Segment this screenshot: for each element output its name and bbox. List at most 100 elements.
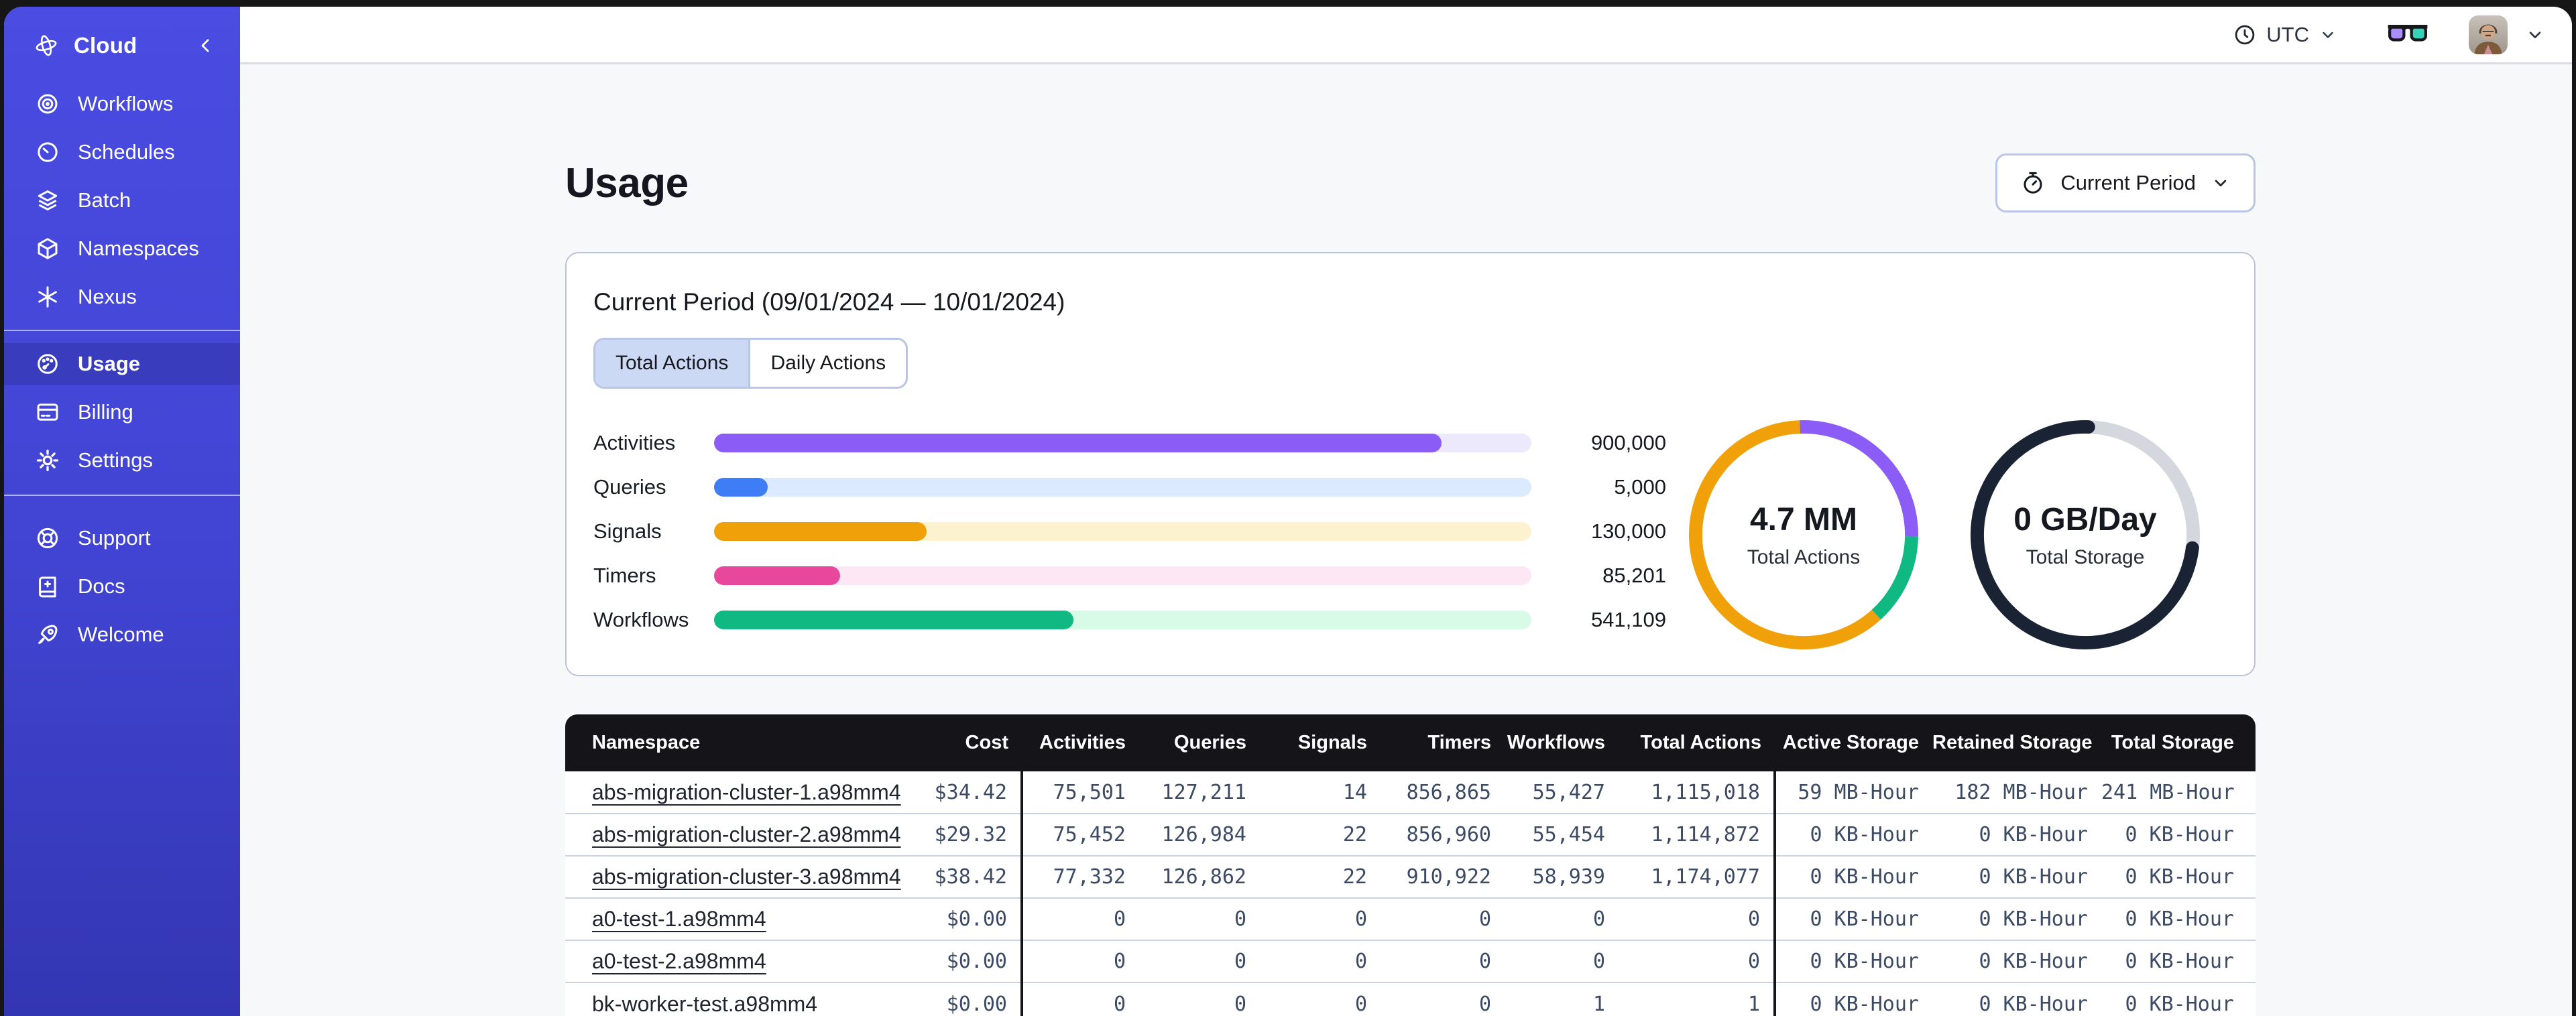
table-cell: 0 [1020,982,1139,1016]
table-cell: 0 [1020,897,1139,940]
sidebar-item-billing[interactable]: Billing [4,391,240,433]
table-cell: 0 KB-Hour [2101,897,2256,940]
table-cell: 1,174,077 [1619,855,1775,898]
timezone-label: UTC [2266,22,2309,46]
table-cell: 0 KB-Hour [2101,855,2256,898]
table-cell: 75,452 [1020,813,1139,856]
namespace-link[interactable]: a0-test-2.a98mm4 [592,949,766,973]
sidebar-brand[interactable]: Cloud [34,24,216,67]
bar-track [714,611,1531,629]
table-cell: 0 KB-Hour [1932,813,2101,856]
table-row: abs-migration-cluster-1.a98mm4 $34.42 75,5… [565,771,2256,814]
column-header-active-storage: Active Storage [1775,714,1932,771]
bar-label: Workflows [593,608,689,631]
sidebar-item-namespaces[interactable]: Namespaces [4,228,240,269]
page-title: Usage [565,160,689,206]
namespaces-icon [35,236,60,261]
bar-fill [714,611,1074,629]
chevron-left-icon[interactable] [196,36,216,56]
orbit-logo-icon [34,33,59,58]
table-cell: 0 [1020,940,1139,982]
actions-tabs: Total Actions Daily Actions [593,338,909,389]
sidebar-item-label: Welcome [78,623,164,646]
sidebar-item-nexus[interactable]: Nexus [4,276,240,318]
table-cell: 126,862 [1139,855,1260,898]
glasses-icon[interactable] [2386,21,2430,48]
sidebar-item-support[interactable]: Support [4,517,240,559]
table-cell: 0 [1260,897,1381,940]
table-cell: 0 KB-Hour [1932,897,2101,940]
namespace-link[interactable]: abs-migration-cluster-3.a98mm4 [592,865,901,889]
sidebar-item-label: Workflows [78,92,174,115]
column-header-total-storage: Total Storage [2101,714,2256,771]
sidebar-item-docs[interactable]: Docs [4,566,240,607]
namespace-link[interactable]: abs-migration-cluster-2.a98mm4 [592,822,901,846]
bar-fill [714,566,840,585]
table-cell: 910,922 [1381,855,1505,898]
table-cell: 856,960 [1381,813,1505,856]
sidebar-item-welcome[interactable]: Welcome [4,614,240,655]
tab-daily-actions[interactable]: Daily Actions [750,340,906,387]
namespace-cell: bk-worker-test.a98mm4 [565,982,921,1016]
table-cell: 55,427 [1532,780,1605,804]
table-cell: 0 KB-Hour [1773,897,1932,940]
namespace-cell: abs-migration-cluster-1.a98mm4 [565,771,921,814]
table-cell: 0 KB-Hour [1773,940,1932,982]
namespace-link[interactable]: a0-test-1.a98mm4 [592,907,766,931]
table-cell: 182 MB-Hour [1954,780,2088,804]
sidebar-item-schedules[interactable]: Schedules [4,131,240,173]
sidebar-item-settings[interactable]: Settings [4,440,240,481]
table-cell: 0 KB-Hour [1773,855,1932,898]
column-header-total-actions: Total Actions [1619,714,1775,771]
sidebar-item-label: Schedules [78,140,175,164]
table-cell: 0 KB-Hour [1932,982,2101,1016]
sidebar-item-batch[interactable]: Batch [4,180,240,221]
table-row: a0-test-2.a98mm4 $0.00 0 0 0 0 0 0 0 KB-Hour 0 KB… [565,940,2256,982]
table-cell: 22 [1260,855,1381,898]
docs-icon [35,574,60,599]
table-header-row: Namespace Cost Activities Queries Signals Tim… [565,714,2256,771]
bar-track [714,522,1531,541]
sidebar-item-label: Settings [78,448,154,472]
avatar[interactable] [2469,15,2508,54]
table-cell: 0 [1139,940,1260,982]
namespace-usage-table: Namespace Cost Activities Queries Signals Tim… [565,714,2256,1016]
sidebar-item-label: Support [78,526,151,550]
table-cell: $0.00 [921,982,1022,1016]
table-cell: 1,115,018 [1651,780,1760,804]
settings-icon [35,448,60,473]
bar-label: Timers [593,564,656,587]
table-cell: 1 [1505,982,1619,1016]
timezone-dropdown[interactable]: UTC [2233,23,2337,47]
table-cell: 0 [1381,897,1505,940]
namespace-link[interactable]: bk-worker-test.a98mm4 [592,992,817,1016]
bar-value: 85,201 [1602,564,1666,587]
table-cell: 0 [1139,897,1260,940]
bar-fill [714,434,1442,452]
total-actions-donut: 4.7 MM Total Actions [1683,414,1924,655]
period-selector-button[interactable]: Current Period [1995,153,2256,212]
table-cell: 14 [1342,780,1367,804]
chevron-down-icon[interactable] [2525,25,2545,45]
table-cell: 58,939 [1505,855,1619,898]
table-body: abs-migration-cluster-1.a98mm4 $34.42 75,5… [565,771,2256,1016]
table-cell: 0 [1619,940,1775,982]
table-row: abs-migration-cluster-2.a98mm4 $29.32 75,4… [565,813,2256,856]
sidebar-item-workflows[interactable]: Workflows [4,83,240,125]
nexus-icon [35,284,60,310]
tab-total-actions[interactable]: Total Actions [595,340,751,387]
brand-label: Cloud [74,33,137,58]
gauge-icon [35,351,60,377]
table-cell: 241 MB-Hour [2101,780,2235,804]
table-cell: $34.42 [934,780,1007,804]
table-cell: 0 [1619,897,1775,940]
bar-fill [714,522,927,541]
namespace-link[interactable]: abs-migration-cluster-1.a98mm4 [592,780,901,804]
content-area: Usage Current Period Current Period (09/… [240,66,2572,1016]
table-cell: 77,332 [1020,855,1139,898]
sidebar-item-usage[interactable]: Usage [4,343,240,385]
bar-row: Activities 900,000 [593,421,1666,465]
donut-charts: 4.7 MM Total Actions 0 GB/Day Total Stor… [1683,414,2206,655]
bar-track [714,566,1531,585]
table-cell: 126,984 [1139,813,1260,856]
